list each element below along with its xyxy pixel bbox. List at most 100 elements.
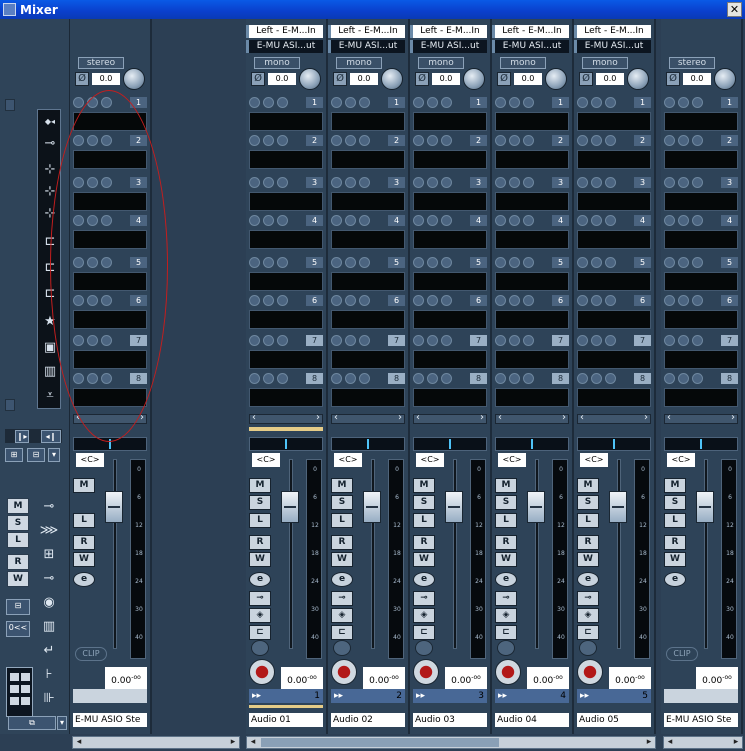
bypass-icon[interactable]	[345, 295, 356, 306]
scroll-right-icon[interactable]: ▸	[730, 737, 742, 748]
bypass-icon[interactable]	[345, 373, 356, 384]
edit-button[interactable]: e	[413, 572, 435, 587]
pan-display[interactable]	[413, 437, 487, 451]
scroll-left-icon[interactable]: ◂	[73, 737, 85, 748]
power-icon[interactable]	[249, 257, 260, 268]
bypass-icon[interactable]	[345, 177, 356, 188]
scroll-right-icon[interactable]: ▸	[227, 737, 239, 748]
eq-bypass-icon[interactable]: ◈	[413, 608, 435, 623]
insert-slot[interactable]	[664, 388, 738, 407]
bypass-icon[interactable]	[427, 177, 438, 188]
edit-button[interactable]: e	[73, 572, 95, 587]
insert-slot[interactable]	[73, 350, 147, 369]
read-button[interactable]: R	[664, 535, 686, 550]
insert-slot[interactable]	[73, 310, 147, 329]
insert-slot[interactable]	[495, 192, 569, 211]
input-gain-field[interactable]: 0.0	[596, 73, 624, 85]
bypass-icon[interactable]	[591, 177, 602, 188]
edit-icon[interactable]	[441, 177, 452, 188]
route-icon[interactable]: ⊞	[5, 448, 23, 462]
insert-slot[interactable]	[249, 230, 323, 249]
route-setup-icon[interactable]: ⊟	[6, 599, 30, 615]
power-icon[interactable]	[73, 215, 84, 226]
insert-slot[interactable]	[73, 388, 147, 407]
pan-label[interactable]: <C>	[252, 453, 280, 467]
insert-slot[interactable]	[249, 350, 323, 369]
mute-button[interactable]: M	[577, 478, 599, 493]
power-icon[interactable]	[495, 215, 506, 226]
edit-icon[interactable]	[605, 215, 616, 226]
insert-slot[interactable]	[73, 230, 147, 249]
insert-slot[interactable]	[331, 150, 405, 169]
edit-button[interactable]: e	[331, 572, 353, 587]
listen-button[interactable]: L	[495, 513, 517, 528]
write-button[interactable]: W	[249, 552, 271, 567]
bypass-icon[interactable]	[427, 295, 438, 306]
next-icon[interactable]: ◂❙	[41, 430, 61, 443]
edit-icon[interactable]	[101, 335, 112, 346]
power-icon[interactable]	[413, 295, 424, 306]
edit-icon[interactable]	[277, 257, 288, 268]
monitor-button[interactable]	[579, 640, 597, 656]
output-gain-knob[interactable]	[714, 68, 736, 90]
monitor-button[interactable]	[333, 640, 351, 656]
power-icon[interactable]	[495, 257, 506, 268]
power-icon[interactable]	[331, 373, 342, 384]
panel-icon[interactable]: ▣	[40, 338, 60, 358]
bypass-icon[interactable]	[87, 295, 98, 306]
edit-icon[interactable]	[605, 97, 616, 108]
power-icon[interactable]	[73, 257, 84, 268]
input-gain-knob[interactable]	[381, 68, 403, 90]
clip-indicator[interactable]: CLIP	[75, 647, 107, 661]
volume-fader[interactable]	[445, 491, 463, 523]
bypass-icon[interactable]	[263, 295, 274, 306]
phase-icon[interactable]: Ø	[251, 72, 265, 86]
bypass-icon[interactable]	[427, 335, 438, 346]
pan-label[interactable]: <C>	[580, 453, 608, 467]
edit-icon[interactable]	[605, 177, 616, 188]
bypass-icon[interactable]	[345, 215, 356, 226]
sends-1-4-icon[interactable]: ⊏	[40, 258, 60, 278]
send-view-icon[interactable]: ⊹	[40, 160, 60, 180]
input-filter-icon[interactable]: ⊸	[38, 497, 60, 517]
edit-icon[interactable]	[692, 373, 703, 384]
power-icon[interactable]	[249, 215, 260, 226]
listen-button[interactable]: L	[577, 513, 599, 528]
fader-track[interactable]	[113, 459, 117, 649]
power-icon[interactable]	[73, 177, 84, 188]
power-icon[interactable]	[331, 215, 342, 226]
insert-slot[interactable]	[413, 388, 487, 407]
edit-icon[interactable]	[523, 177, 534, 188]
power-icon[interactable]	[577, 135, 588, 146]
volume-fader[interactable]	[527, 491, 545, 523]
fader-track[interactable]	[704, 459, 708, 649]
insert-slot[interactable]	[331, 272, 405, 291]
output-routing-field[interactable]: E-MU ASI...ut	[413, 40, 487, 53]
output-pane-scrollbar[interactable]: ◂ ▸	[663, 736, 743, 749]
edit-icon[interactable]	[101, 177, 112, 188]
read-button[interactable]: R	[73, 535, 95, 550]
power-icon[interactable]	[331, 335, 342, 346]
insert-slot[interactable]	[664, 192, 738, 211]
input-routing-field[interactable]: Left - E-M...In	[249, 25, 323, 38]
monitor-button[interactable]	[251, 640, 269, 656]
write-button[interactable]: W	[664, 552, 686, 567]
power-icon[interactable]	[664, 215, 675, 226]
power-icon[interactable]	[577, 177, 588, 188]
global-read-button[interactable]: R	[7, 554, 29, 570]
power-icon[interactable]	[495, 373, 506, 384]
pan-display[interactable]	[577, 437, 651, 451]
insert-slot[interactable]	[577, 192, 651, 211]
bypass-icon[interactable]	[345, 335, 356, 346]
pan-display[interactable]	[249, 437, 323, 451]
eq-bypass-icon[interactable]: ◈	[577, 608, 599, 623]
insert-slot[interactable]	[413, 150, 487, 169]
bypass-icon[interactable]	[591, 373, 602, 384]
volume-fader[interactable]	[363, 491, 381, 523]
bypass-icon[interactable]	[509, 215, 520, 226]
volume-display[interactable]: 0.00-oo	[105, 667, 147, 689]
edit-icon[interactable]	[101, 135, 112, 146]
clip-indicator[interactable]: CLIP	[666, 647, 698, 661]
power-icon[interactable]	[331, 295, 342, 306]
insert-slot[interactable]	[577, 112, 651, 131]
